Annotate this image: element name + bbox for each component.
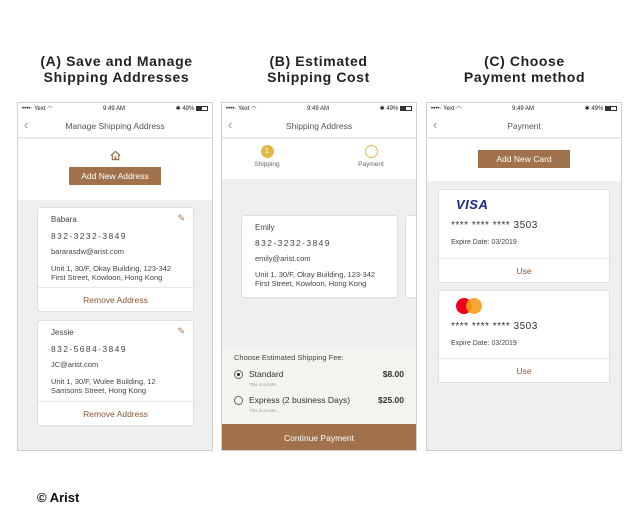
carrier-signal: ••••◦ Yext ◠ (22, 106, 53, 112)
step-payment-label: Payment (358, 161, 384, 168)
phone-screen-manage-address: ••••◦ Yext ◠ 9:49 AM ✱ 49% ‹ Manage Ship… (17, 102, 213, 451)
mastercard-logo-icon (456, 298, 484, 314)
address-line-1: Unit 1, 30/F, Wulee Building, 12 (51, 377, 156, 386)
section-title-c-line1: (C) Choose (484, 53, 565, 69)
phone-screen-payment: ••••◦ Yext ◠ 9:49 AM ✱ 49% ‹ Payment Add… (426, 102, 622, 451)
option-price: $25.00 (378, 395, 404, 405)
section-title-a-line1: (A) Save and Manage (40, 53, 193, 69)
radio-unselected-icon[interactable] (234, 396, 243, 405)
clock: 9:49 AM (103, 105, 126, 112)
card-expiry: Expire Date: 03/2019 (451, 239, 517, 246)
section-title-b-line2: Shipping Cost (267, 69, 370, 85)
address-line-2: First Street, Kowloon, Hong Kong (255, 279, 367, 288)
address-phone: 832-3232-3849 (51, 231, 127, 241)
visa-logo-icon: VISA (456, 197, 489, 212)
remove-address-button[interactable]: Remove Address (38, 287, 193, 311)
card-expiry: Expire Date: 03/2019 (451, 340, 517, 347)
page-title: Shipping Address (285, 120, 353, 131)
step-shipping-label: Shipping (254, 161, 280, 168)
address-phone: 832-5684-3849 (51, 344, 127, 354)
clock: 9:49 AM (307, 105, 330, 112)
back-chevron-icon[interactable]: ‹ (433, 118, 437, 132)
address-name: Babara (51, 215, 77, 224)
battery-label: ✱ 49% (584, 106, 604, 112)
nav-bar: ‹ Payment (427, 114, 621, 138)
status-bar: ••••◦ Yext ◠ 9:49 AM ✱ 49% (222, 103, 416, 114)
address-line-1: Unit 1, 30/F, Okay Building, 123-342 (255, 270, 376, 279)
page-title: Payment (507, 120, 541, 131)
address-card: ✎ Babara 832-3232-3849 bararasdw@arist.c… (37, 207, 194, 312)
section-title-b-line1: (B) Estimated (269, 53, 368, 69)
remove-address-button[interactable]: Remove Address (38, 401, 193, 425)
carrier-signal: ••••◦ Yext ◠ (431, 106, 462, 112)
clock: 9:49 AM (512, 105, 535, 112)
status-bar: ••••◦ Yext ◠ 9:49 AM ✱ 49% (427, 103, 621, 114)
battery-icon (400, 105, 412, 111)
step-shipping-circle: 1 (260, 145, 274, 158)
nav-bar: ‹ Manage Shipping Address (18, 114, 212, 138)
shipping-fee-panel: Choose Estimated Shipping Fee: Standard … (222, 347, 416, 428)
phone-screen-shipping-cost: ••••◦ Yext ◠ 9:49 AM ✱ 49% ‹ Shipping Ad… (221, 102, 417, 451)
battery-icon (196, 105, 208, 111)
add-new-card-button[interactable]: Add New Card (478, 150, 570, 168)
add-card-panel: Add New Card (427, 139, 621, 181)
section-title-c-line2: Payment method (463, 69, 586, 85)
copyright-text: © Arist (37, 490, 80, 505)
payment-card: VISA **** **** **** 3503 Expire Date: 03… (438, 189, 610, 283)
section-title-c: (C) Choose Payment method (422, 53, 627, 85)
address-line-1: Unit 1, 30/F, Okay Building, 123-342 (51, 264, 172, 273)
section-title-b: (B) Estimated Shipping Cost (216, 53, 421, 85)
address-card: ✎ Jessie 832-5684-3849 JC@arist.com Unit… (37, 320, 194, 426)
back-chevron-icon[interactable]: ‹ (24, 118, 28, 132)
address-email: emily@arist.com (255, 254, 311, 263)
option-price: $8.00 (382, 369, 404, 379)
step-shipping: 1 Shipping (249, 145, 285, 168)
use-card-button[interactable]: Use (439, 358, 609, 382)
section-title-a-line2: Shipping Addresses (43, 69, 190, 85)
radio-selected-icon[interactable] (234, 370, 243, 379)
shipping-fee-heading: Choose Estimated Shipping Fee: (234, 353, 344, 362)
card-number: **** **** **** 3503 (451, 220, 538, 231)
edit-pencil-icon[interactable]: ✎ (177, 326, 185, 337)
nav-bar: ‹ Shipping Address (222, 114, 416, 138)
address-email: JC@arist.com (51, 360, 99, 369)
option-note: This is a note. (249, 382, 278, 387)
battery-icon (605, 105, 617, 111)
battery: ✱ 49% (585, 105, 617, 112)
option-label: Standard (249, 369, 284, 379)
address-phone: 832-3232-3849 (255, 238, 331, 248)
back-chevron-icon[interactable]: ‹ (228, 118, 232, 132)
option-note: This is a note. (249, 408, 278, 413)
address-line-2: First Street, Kowloon, Hong Kong (51, 273, 163, 282)
address-name: Jessie (51, 328, 74, 337)
add-new-address-button[interactable]: Add New Address (69, 167, 161, 185)
address-email: bararasdw@arist.com (51, 247, 125, 256)
battery: ✱ 49% (176, 105, 208, 112)
home-icon (110, 150, 121, 161)
address-line-2: Samsons Street, Hong Kong (51, 386, 147, 395)
payment-card: **** **** **** 3503 Expire Date: 03/2019… (438, 290, 610, 383)
battery-label: ✱ 49% (379, 106, 399, 112)
step-payment: Payment (353, 145, 389, 168)
step-indicator: 1 Shipping Payment (222, 139, 416, 179)
option-label: Express (2 business Days) (249, 395, 351, 405)
card-number: **** **** **** 3503 (451, 321, 538, 332)
section-title-a: (A) Save and Manage Shipping Addresses (14, 53, 219, 85)
address-name: Emily (255, 223, 275, 232)
page-title: Manage Shipping Address (65, 120, 165, 131)
status-bar: ••••◦ Yext ◠ 9:49 AM ✱ 49% (18, 103, 212, 114)
next-address-card-peek[interactable] (405, 215, 416, 298)
battery: ✱ 49% (380, 105, 412, 112)
add-address-panel: Add New Address (18, 139, 212, 200)
shipping-address-card[interactable]: Emily 832-3232-3849 emily@arist.com Unit… (241, 215, 398, 298)
carrier-signal: ••••◦ Yext ◠ (226, 106, 257, 112)
battery-label: ✱ 49% (175, 106, 195, 112)
step-payment-circle (364, 145, 378, 158)
edit-pencil-icon[interactable]: ✎ (177, 213, 185, 224)
use-card-button[interactable]: Use (439, 258, 609, 282)
continue-payment-button[interactable]: Continue Payment (222, 424, 416, 450)
